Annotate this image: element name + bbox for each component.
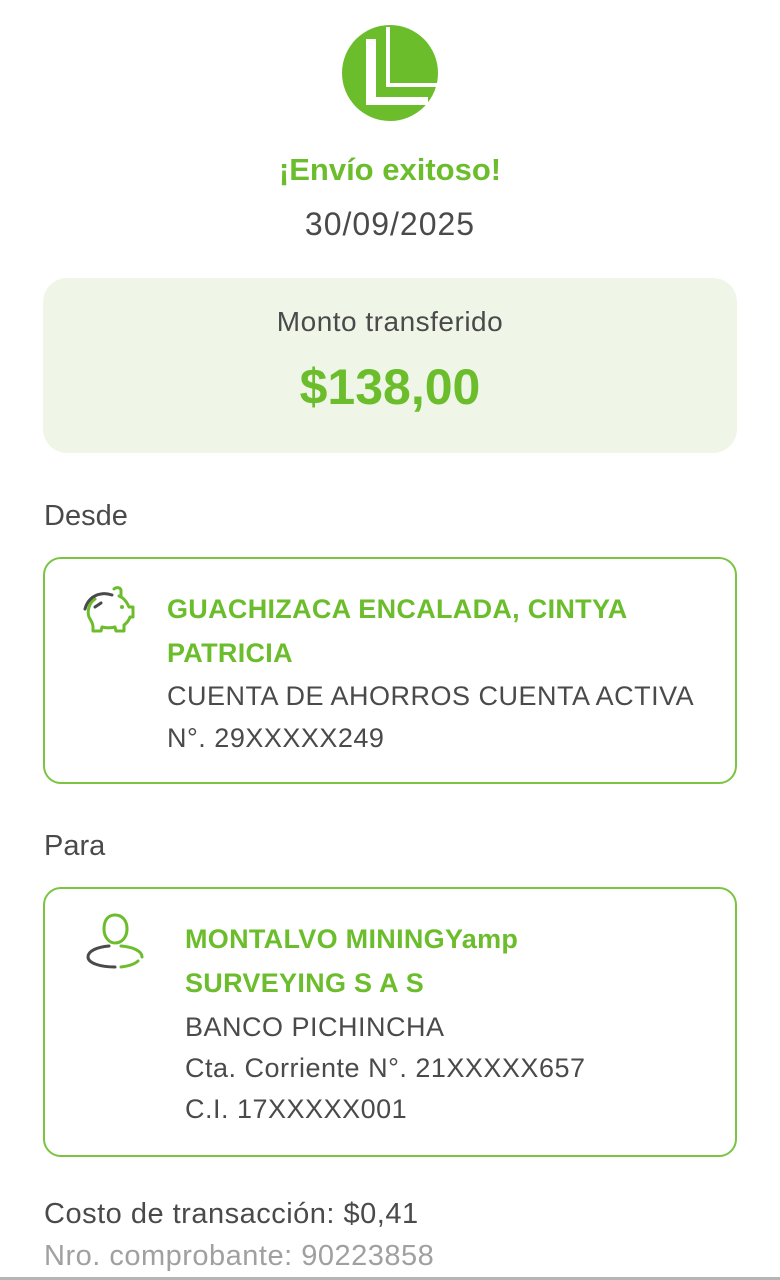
amount-label: Monto transferido (276, 306, 504, 337)
from-account-type: CUENTA DE AHORROS CUENTA ACTIVA (167, 681, 695, 711)
piggy-bank-icon (83, 586, 135, 633)
to-name-line1: MONTALVO MININGYamp (185, 924, 519, 954)
to-account-card: MONTALVO MININGYamp SURVEYING S A S BANC… (43, 887, 737, 1157)
from-account-number: N°. 29XXXXX249 (167, 723, 385, 753)
amount-value: $138,00 (299, 359, 481, 415)
amount-card: Monto transferido $138,00 (43, 278, 737, 453)
transaction-fee: Costo de transacción: $0,41 (44, 1198, 419, 1230)
receipt-number: Nro. comprobante: 90223858 (44, 1240, 435, 1272)
transfer-date: 30/09/2025 (304, 206, 476, 242)
from-name-line2: PATRICIA (167, 638, 293, 668)
to-bank-name: BANCO PICHINCHA (185, 1012, 445, 1042)
success-title: ¡Envío exitoso! (278, 152, 502, 187)
to-account-number: Cta. Corriente N°. 21XXXXX657 (185, 1053, 586, 1083)
from-name-line1: GUACHIZACA ENCALADA, CINTYA (167, 594, 628, 624)
user-icon (86, 913, 144, 969)
to-section-label: Para (44, 830, 106, 862)
bank-logo-icon (342, 25, 438, 121)
from-section-label: Desde (44, 500, 128, 532)
from-account-card: GUACHIZACA ENCALADA, CINTYA PATRICIA CUE… (43, 557, 737, 784)
to-id-number: C.I. 17XXXXX001 (185, 1094, 408, 1124)
to-name-line2: SURVEYING S A S (185, 968, 425, 998)
